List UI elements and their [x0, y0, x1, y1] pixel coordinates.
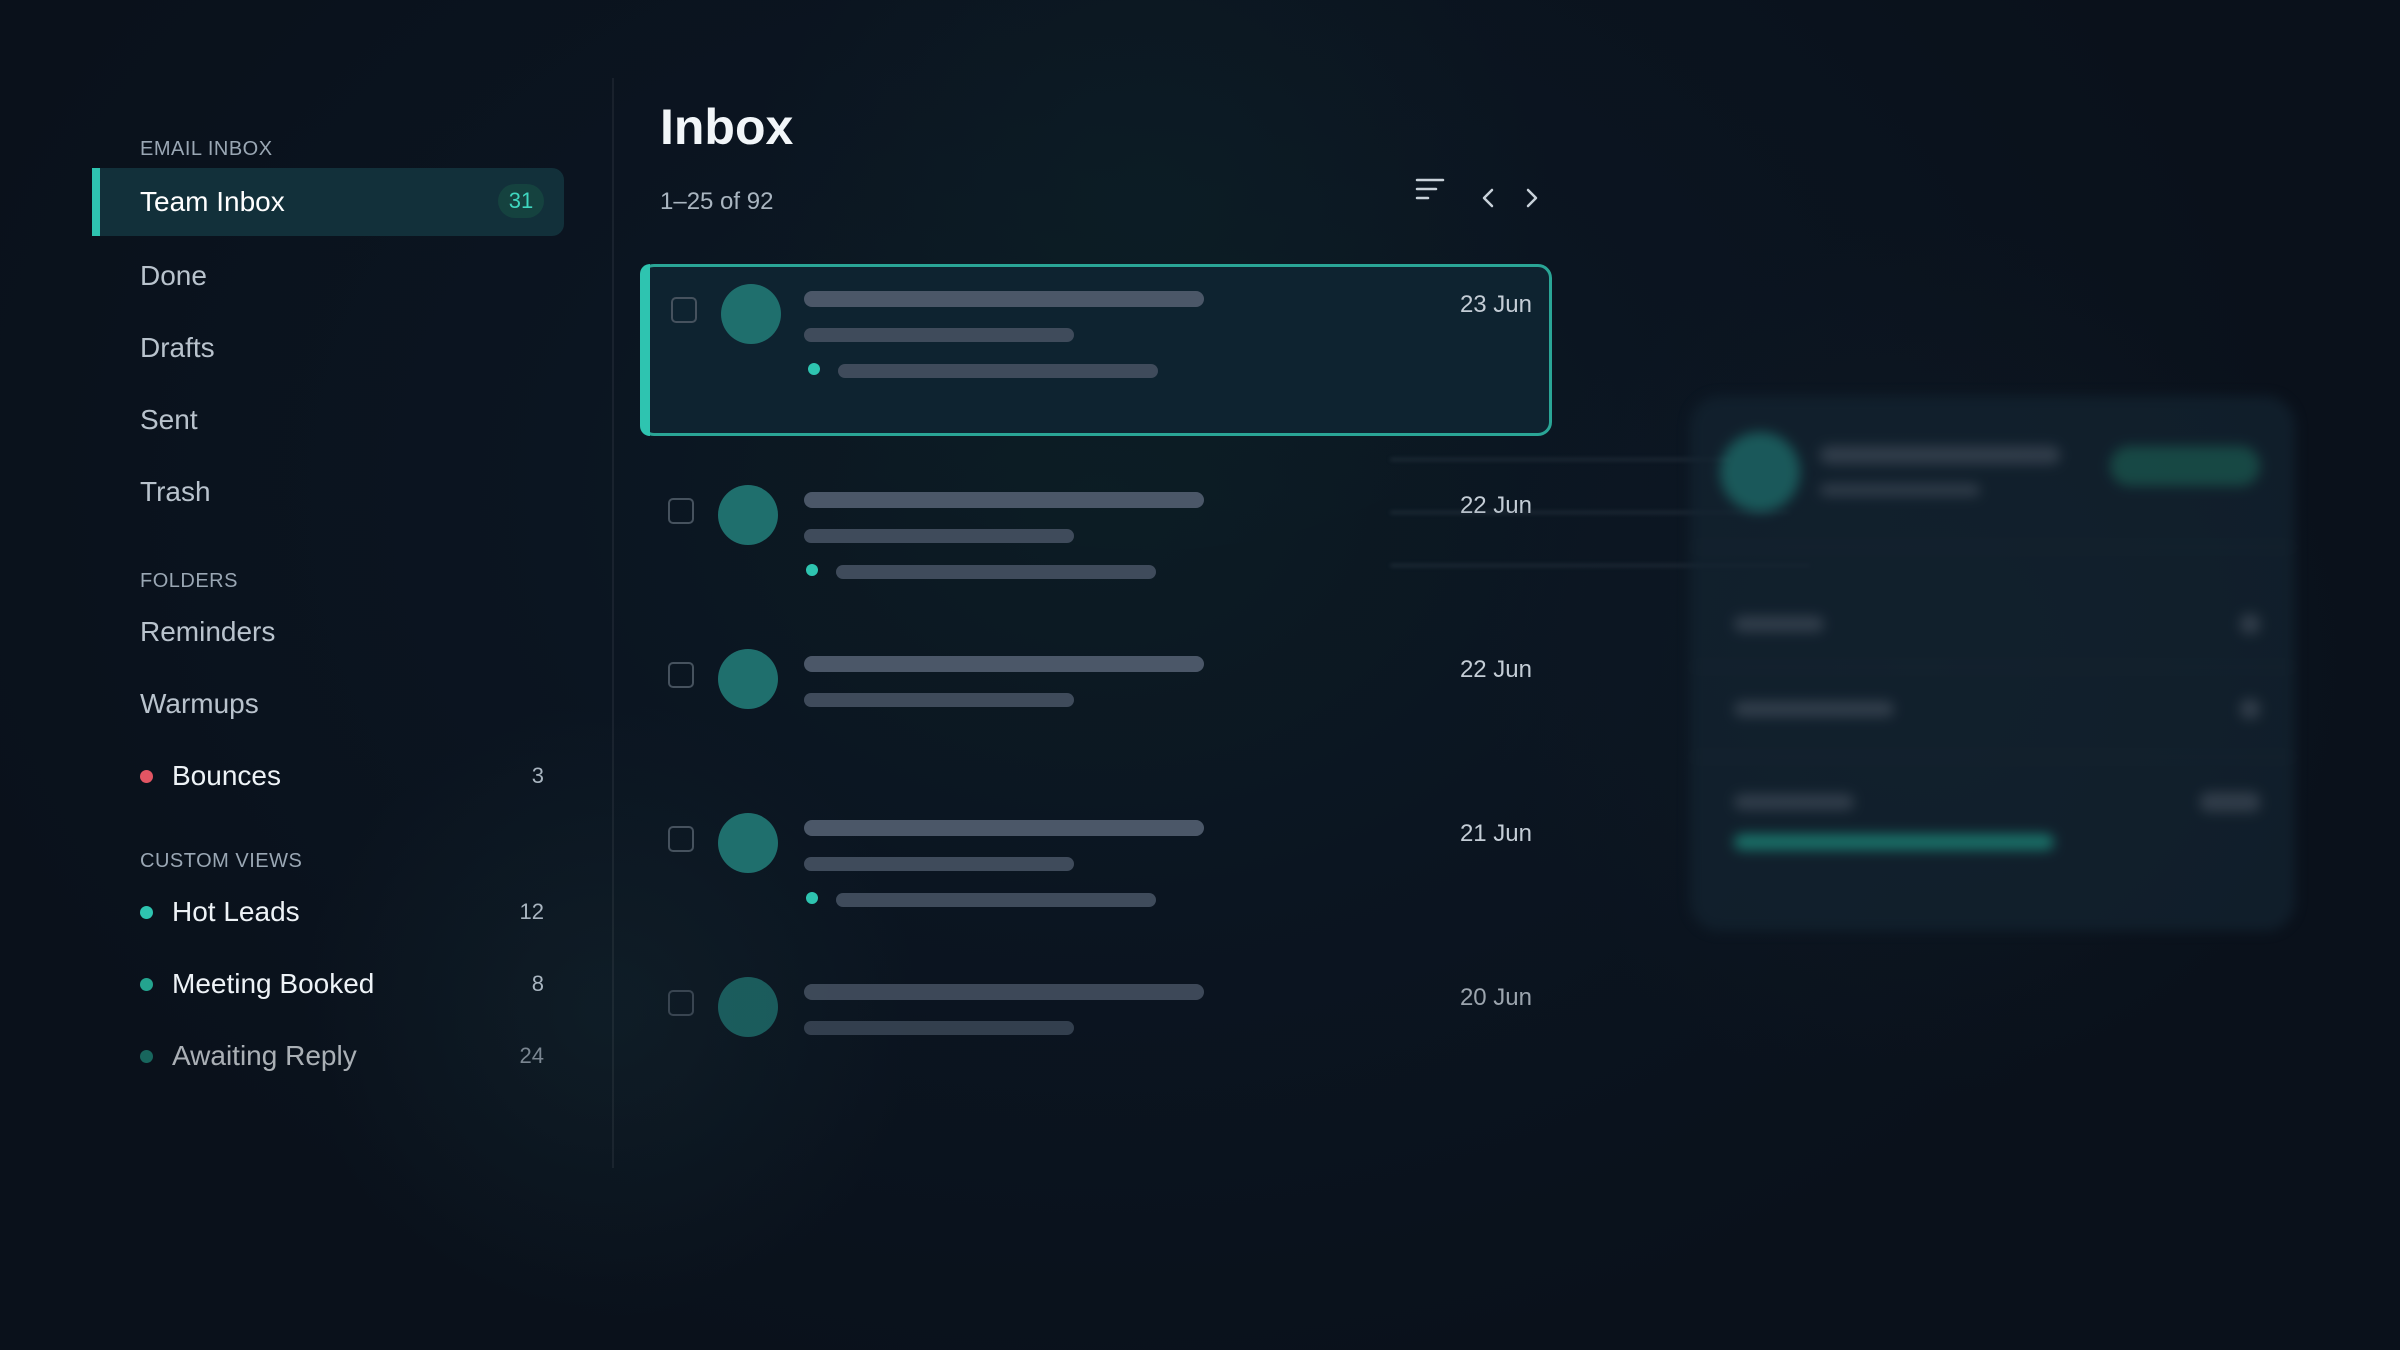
sidebar-item-reminders[interactable]: Reminders — [92, 598, 564, 666]
sidebar-item-warmups[interactable]: Warmups — [92, 670, 564, 738]
avatar — [721, 284, 781, 344]
divider — [1690, 756, 2295, 758]
avatar — [718, 813, 778, 873]
sidebar: EMAIL INBOX Team Inbox 31 Done Drafts Se… — [0, 0, 612, 1350]
blurred-preview-card — [1690, 396, 2295, 931]
status-dot — [806, 564, 818, 576]
message-row[interactable]: 22 Jun — [640, 632, 1552, 804]
message-row[interactable]: 21 Jun — [640, 796, 1552, 968]
placeholder-bar — [1734, 701, 1894, 717]
placeholder-bar — [1734, 616, 1824, 632]
message-date: 22 Jun — [1459, 492, 1532, 519]
divider — [1690, 546, 2295, 548]
row-checkbox[interactable] — [668, 662, 694, 688]
row-checkbox[interactable] — [668, 498, 694, 524]
preview-placeholder — [804, 529, 1074, 543]
message-row[interactable]: 23 Jun — [640, 264, 1552, 436]
sort-lines-icon[interactable] — [1410, 172, 1450, 208]
sidebar-item-hot-leads[interactable]: Hot Leads 12 — [92, 878, 564, 946]
message-date: 22 Jun — [1459, 656, 1532, 683]
row-checkbox[interactable] — [668, 990, 694, 1016]
section-label-folders: FOLDERS — [140, 570, 238, 592]
item-count: 8 — [531, 971, 544, 996]
sidebar-item-label: Drafts — [140, 332, 215, 363]
sidebar-item-label: Hot Leads — [172, 896, 300, 927]
avatar — [1720, 432, 1800, 512]
subject-placeholder — [804, 984, 1204, 1000]
status-dot — [140, 978, 153, 991]
row-checkbox[interactable] — [671, 297, 697, 323]
progress-bar — [1734, 834, 2054, 850]
sidebar-item-meeting-booked[interactable]: Meeting Booked 8 — [92, 950, 564, 1018]
meta-placeholder — [836, 893, 1156, 907]
item-count: 24 — [519, 1043, 544, 1068]
unread-badge: 31 — [498, 184, 544, 218]
sidebar-item-awaiting-reply[interactable]: Awaiting Reply 24 — [92, 1022, 564, 1090]
decorative-line — [1390, 458, 1730, 461]
status-dot — [140, 906, 153, 919]
placeholder-bar — [1820, 484, 1980, 496]
message-date: 20 Jun — [1459, 984, 1532, 1011]
sidebar-item-label: Warmups — [140, 688, 259, 719]
selected-indicator — [640, 264, 650, 436]
sidebar-item-label: Bounces — [172, 760, 281, 791]
message-date: 23 Jun — [1459, 291, 1532, 318]
sidebar-item-bounces[interactable]: Bounces 3 — [92, 742, 564, 810]
section-label-email-inbox: EMAIL INBOX — [140, 138, 273, 160]
pagination-range: 1–25 of 92 — [660, 188, 774, 215]
message-row[interactable]: 20 Jun — [640, 960, 1552, 1132]
sidebar-item-label: Reminders — [140, 616, 276, 647]
row-checkbox[interactable] — [668, 826, 694, 852]
message-date: 21 Jun — [1459, 820, 1532, 847]
placeholder-bar — [1734, 794, 1854, 810]
subject-placeholder — [804, 656, 1204, 672]
section-label-custom-views: CUSTOM VIEWS — [140, 850, 303, 872]
placeholder-bar — [2240, 699, 2260, 719]
status-dot — [140, 770, 153, 783]
preview-placeholder — [804, 693, 1074, 707]
chevron-left-icon[interactable] — [1474, 180, 1502, 216]
status-dot — [140, 1050, 153, 1063]
page-title: Inbox — [660, 99, 794, 155]
sidebar-item-label: Meeting Booked — [172, 968, 375, 999]
sidebar-item-label: Team Inbox — [140, 186, 285, 217]
sidebar-item-label: Sent — [140, 404, 198, 435]
message-row[interactable]: 22 Jun — [640, 468, 1552, 640]
placeholder-bar — [1820, 446, 2060, 464]
sidebar-item-team-inbox[interactable]: Team Inbox 31 — [92, 168, 564, 236]
sidebar-item-drafts[interactable]: Drafts — [92, 314, 564, 382]
status-dot — [808, 363, 820, 375]
subject-placeholder — [804, 820, 1204, 836]
placeholder-bar — [2240, 614, 2260, 634]
preview-placeholder — [804, 857, 1074, 871]
divider — [1690, 666, 2295, 668]
sidebar-divider — [612, 78, 614, 1168]
subject-placeholder — [804, 492, 1204, 508]
status-dot — [806, 892, 818, 904]
item-count: 3 — [531, 763, 544, 788]
sidebar-item-trash[interactable]: Trash — [92, 458, 564, 526]
avatar — [718, 485, 778, 545]
sidebar-item-label: Awaiting Reply — [172, 1040, 357, 1071]
meta-placeholder — [836, 565, 1156, 579]
sidebar-item-done[interactable]: Done — [92, 242, 564, 310]
subject-placeholder — [804, 291, 1204, 307]
sidebar-item-label: Trash — [140, 476, 211, 507]
preview-placeholder — [804, 328, 1074, 342]
preview-placeholder — [804, 1021, 1074, 1035]
avatar — [718, 977, 778, 1037]
sidebar-item-label: Done — [140, 260, 207, 291]
chevron-right-icon[interactable] — [1518, 180, 1546, 216]
item-count: 12 — [519, 899, 544, 924]
active-indicator — [92, 168, 100, 236]
placeholder-bar — [2200, 792, 2260, 812]
sidebar-item-sent[interactable]: Sent — [92, 386, 564, 454]
status-pill — [2110, 446, 2260, 486]
avatar — [718, 649, 778, 709]
meta-placeholder — [838, 364, 1158, 378]
